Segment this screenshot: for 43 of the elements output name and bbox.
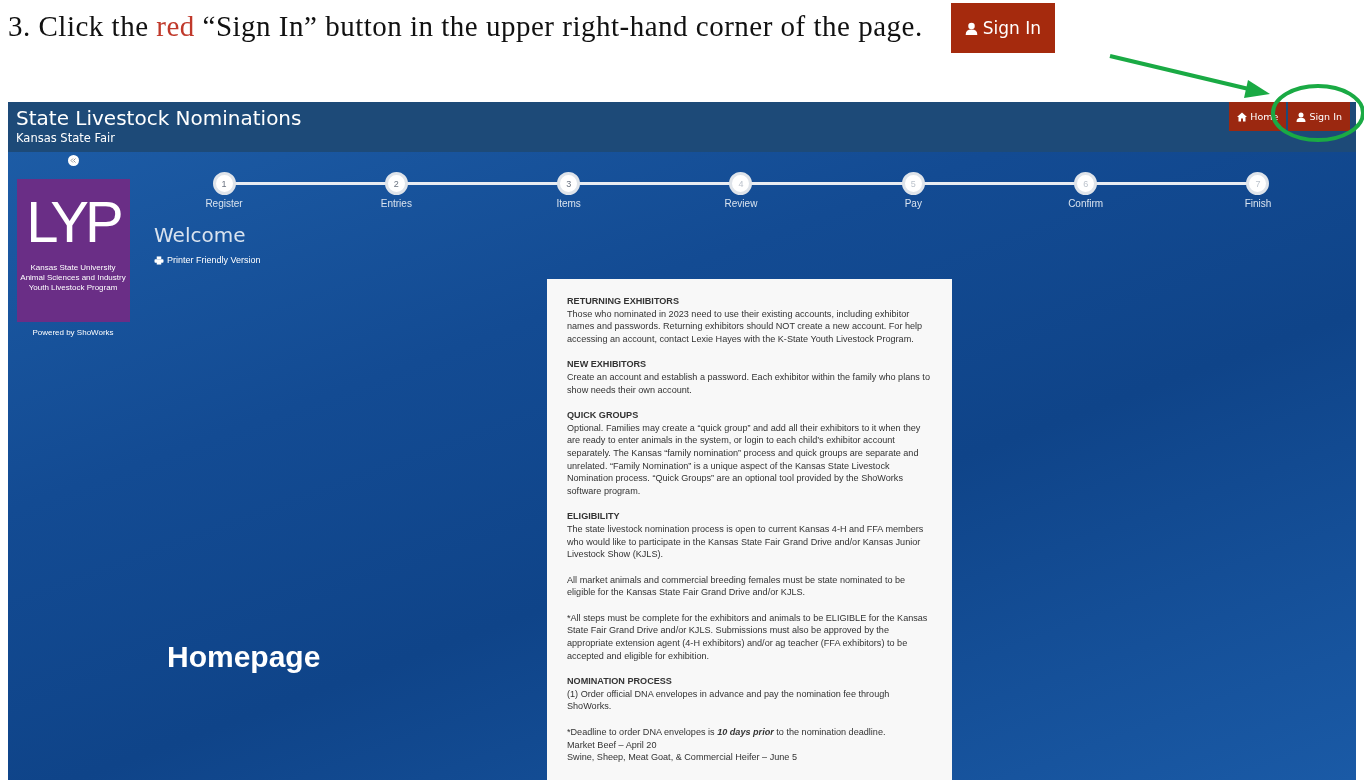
user-icon (1296, 111, 1307, 122)
site-title: State Livestock Nominations (16, 106, 302, 130)
text-line: *Deadline to order DNA envelopes is 10 days prior to the nomination deadline. (567, 726, 887, 739)
sign-in-button[interactable]: Sign In (950, 3, 1055, 53)
step-label: Finish (1244, 198, 1272, 209)
instruction-text: 3. Click the red “Sign In” button in the upper right-hand corner of the page. (8, 10, 923, 43)
paragraph: The state livestock nomination process is open to current Kansas 4-H and FFA members who would like to participate in the Kansas State Fair Grand Drive and/or Kansas Junior Livestock Show (KJLS). (567, 522, 925, 561)
step-circle[interactable]: 2 (384, 172, 408, 195)
section-heading: QUICK GROUPS (567, 409, 640, 422)
logo-text: Animal Sciences and Industry (20, 273, 126, 283)
page-title: Welcome (154, 223, 247, 247)
section-heading: NOMINATION PROCESS (567, 675, 673, 688)
printer-icon (154, 255, 164, 265)
section-heading: RETURNING EXHIBITORS (567, 295, 680, 308)
paragraph: (1) Order official DNA envelopes in advance and pay the nomination fee through ShoWorks. (567, 687, 891, 714)
step-label: Items (556, 198, 581, 209)
logo-text: Youth Livestock Program (28, 283, 118, 293)
paragraph: All market animals and commercial breeding females must be state nominated to be eligible for the Kansas State Fair Grand Drive and/or KJLS. (567, 573, 907, 599)
text-line: Market Beef – April 20 (567, 738, 658, 752)
collapse-icon[interactable] (67, 155, 79, 166)
nav-button[interactable]: Sign In (1288, 102, 1350, 131)
caption-text: Homepage (167, 640, 321, 674)
powered-by-text: Powered by ShoWorks (32, 328, 114, 337)
paragraph: Those who nominated in 2023 need to use their existing accounts, including exhibitor names and passwords. Returning exhibitors should NOT create a new account. For help accessing an account, contact Lexie Hayes with the K-State Youth Livestock Program. (567, 307, 924, 346)
user-icon (964, 21, 978, 35)
paragraph: *All steps must be complete for the exhibitors and animals to be ELIGIBLE for the Kansas State Fair Grand Drive and/or KJLS. Submissions must also be approved by the appropriate extension agent (4-H exhibitors) and/or ag teacher (FFA exhibitors) to be accepted and eligible for exhibition. (567, 611, 929, 663)
step-label: Entries (380, 198, 412, 209)
text-line: Swine, Sheep, Meat Goat, & Commercial Heifer – June 5 (567, 751, 798, 764)
logo-mark: LYP (26, 189, 120, 255)
paragraph: Create an account and establish a password. Each exhibitor within the family who plans to show needs their own account. (567, 370, 931, 397)
paragraph: Optional. Families may create a “quick group” and add all their exhibitors to it when they are ready to enter animals in the system, or login to each child’s exhibitor account separately. The Kansas “family nomination” process and quick groups are separate and unrelated. “Family Nomination” is a unique aspect of the Kansas State Livestock Nomination process. “Quick Groups” are an optional tool provided by the ShoWorks software program. (567, 421, 922, 498)
site-subtitle: Kansas State Fair (16, 131, 116, 145)
step-label: Confirm (1068, 198, 1104, 209)
printer-friendly-link[interactable]: Printer Friendly Version (154, 255, 261, 265)
step-label: Review (724, 198, 758, 209)
step-label: Register (205, 198, 243, 209)
step-circle[interactable]: 1 (212, 172, 236, 195)
step-circle[interactable]: 3 (557, 172, 581, 195)
step-label: Pay (904, 198, 922, 209)
section-heading: NEW EXHIBITORS (567, 358, 648, 371)
home-icon (1237, 111, 1248, 122)
section-heading: ELIGIBILITY (567, 510, 621, 523)
logo-text: Kansas State University (30, 263, 116, 273)
